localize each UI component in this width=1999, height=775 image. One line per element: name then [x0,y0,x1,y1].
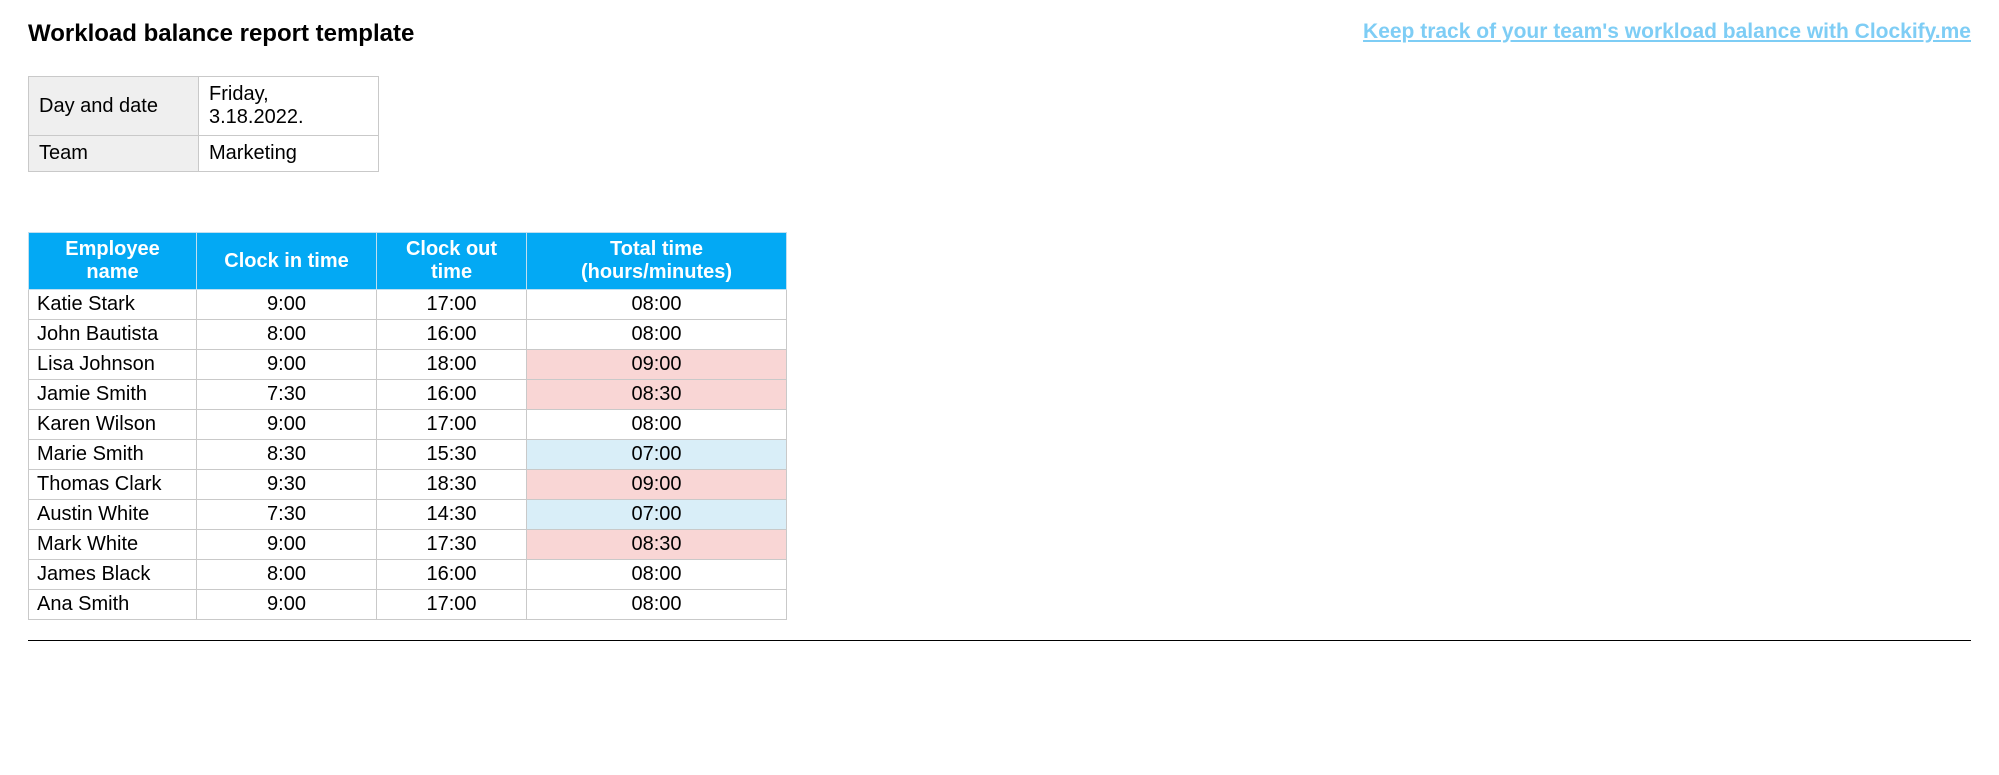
header-total-time: Total time (hours/minutes) [527,233,787,290]
total-time-cell: 08:30 [527,380,787,410]
total-time-cell: 09:00 [527,350,787,380]
clock-out-cell: 17:30 [377,530,527,560]
clock-in-cell: 7:30 [197,380,377,410]
clock-out-cell: 17:00 [377,290,527,320]
employee-name-cell: Katie Stark [29,290,197,320]
clock-out-cell: 17:00 [377,410,527,440]
clock-in-cell: 9:00 [197,410,377,440]
header: Workload balance report template Keep tr… [28,20,1971,48]
employee-name-cell: John Bautista [29,320,197,350]
employee-name-cell: Thomas Clark [29,470,197,500]
total-time-cell: 09:00 [527,470,787,500]
meta-day-value: Friday, 3.18.2022. [199,77,379,136]
employee-name-cell: Mark White [29,530,197,560]
table-row: Ana Smith9:0017:0008:00 [29,590,787,620]
table-header-row: Employee name Clock in time Clock out ti… [29,233,787,290]
clock-out-cell: 17:00 [377,590,527,620]
total-time-cell: 08:30 [527,530,787,560]
employee-name-cell: Ana Smith [29,590,197,620]
bottom-divider [28,640,1971,641]
clock-in-cell: 9:00 [197,590,377,620]
total-time-cell: 08:00 [527,320,787,350]
clock-out-cell: 18:00 [377,350,527,380]
clock-in-cell: 9:30 [197,470,377,500]
meta-table: Day and date Friday, 3.18.2022. Team Mar… [28,76,379,172]
meta-row-day: Day and date Friday, 3.18.2022. [29,77,379,136]
meta-day-label: Day and date [29,77,199,136]
total-time-cell: 07:00 [527,440,787,470]
clock-in-cell: 7:30 [197,500,377,530]
total-time-cell: 08:00 [527,590,787,620]
employee-name-cell: Jamie Smith [29,380,197,410]
clock-in-cell: 8:00 [197,560,377,590]
employee-name-cell: Lisa Johnson [29,350,197,380]
meta-row-team: Team Marketing [29,136,379,172]
table-row: Lisa Johnson9:0018:0009:00 [29,350,787,380]
total-time-cell: 08:00 [527,290,787,320]
clock-in-cell: 9:00 [197,530,377,560]
table-row: Austin White7:3014:3007:00 [29,500,787,530]
clock-out-cell: 14:30 [377,500,527,530]
employee-name-cell: James Black [29,560,197,590]
table-row: James Black8:0016:0008:00 [29,560,787,590]
total-time-cell: 08:00 [527,560,787,590]
header-clock-in: Clock in time [197,233,377,290]
meta-team-value: Marketing [199,136,379,172]
total-time-cell: 07:00 [527,500,787,530]
table-row: John Bautista8:0016:0008:00 [29,320,787,350]
table-row: Karen Wilson9:0017:0008:00 [29,410,787,440]
clock-out-cell: 16:00 [377,560,527,590]
employee-name-cell: Karen Wilson [29,410,197,440]
employee-name-cell: Austin White [29,500,197,530]
table-row: Jamie Smith7:3016:0008:30 [29,380,787,410]
table-row: Thomas Clark9:3018:3009:00 [29,470,787,500]
total-time-cell: 08:00 [527,410,787,440]
table-row: Marie Smith8:3015:3007:00 [29,440,787,470]
promo-link[interactable]: Keep track of your team's workload balan… [1363,20,1971,44]
workload-table: Employee name Clock in time Clock out ti… [28,232,787,620]
header-employee-name: Employee name [29,233,197,290]
employee-name-cell: Marie Smith [29,440,197,470]
table-row: Katie Stark9:0017:0008:00 [29,290,787,320]
page-title: Workload balance report template [28,20,414,48]
header-clock-out: Clock out time [377,233,527,290]
meta-team-label: Team [29,136,199,172]
clock-out-cell: 18:30 [377,470,527,500]
clock-in-cell: 8:00 [197,320,377,350]
clock-out-cell: 16:00 [377,320,527,350]
clock-out-cell: 15:30 [377,440,527,470]
clock-in-cell: 9:00 [197,350,377,380]
table-row: Mark White9:0017:3008:30 [29,530,787,560]
clock-in-cell: 9:00 [197,290,377,320]
clock-in-cell: 8:30 [197,440,377,470]
clock-out-cell: 16:00 [377,380,527,410]
